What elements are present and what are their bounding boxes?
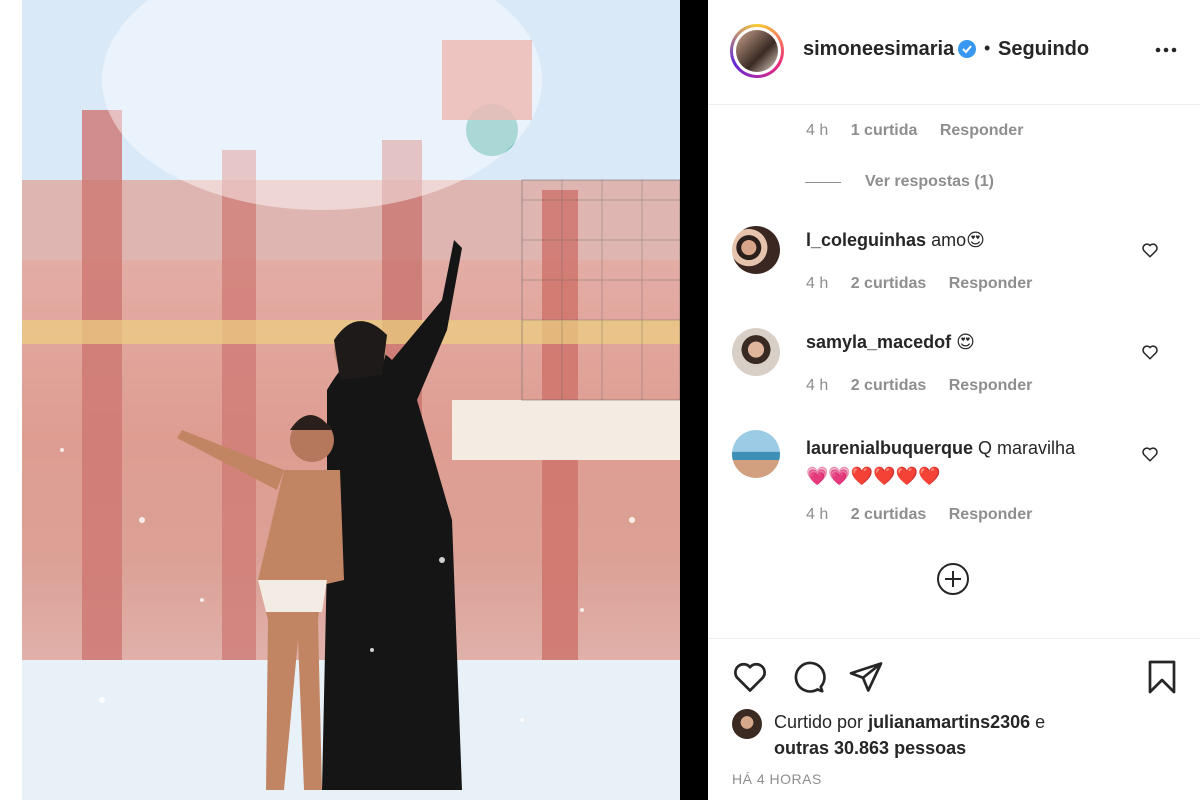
comment-body: samyla_macedof 😍 <box>806 332 975 353</box>
post-timestamp[interactable]: HÁ 4 HORAS <box>732 771 822 787</box>
liker-avatar[interactable] <box>732 709 762 739</box>
comment-likes[interactable]: 1 curtida <box>851 122 918 139</box>
liked-by-prefix: Curtido por <box>774 712 864 732</box>
comment-time: 4 h <box>806 275 829 292</box>
comment-meta: 4 h 2 curtidas Responder <box>806 275 1050 293</box>
post-panel: simoneesimaria • Seguindo 4 h 1 curtida … <box>708 0 1200 800</box>
commenter-username[interactable]: l_coleguinhas <box>806 230 926 250</box>
comment-text: Q maravilha <box>978 438 1076 458</box>
comment-body: l_coleguinhas amo😍 <box>806 230 985 251</box>
heart-icon[interactable] <box>732 659 768 695</box>
view-replies-button[interactable]: Ver respostas (1) <box>865 173 994 191</box>
heart-icon[interactable] <box>1141 343 1159 361</box>
photo-illustration <box>22 0 680 800</box>
commenter-avatar[interactable] <box>732 430 780 478</box>
reply-button[interactable]: Responder <box>940 122 1024 139</box>
reply-button[interactable]: Responder <box>949 506 1033 523</box>
plus-circle-icon[interactable] <box>937 563 969 595</box>
comment-meta: 4 h 2 curtidas Responder <box>806 377 1050 395</box>
comment-likes[interactable]: 2 curtidas <box>851 275 927 292</box>
liked-by-connector: e <box>1035 712 1046 732</box>
following-button[interactable]: Seguindo <box>998 38 1089 61</box>
comment-icon[interactable] <box>790 659 826 695</box>
post-photo[interactable] <box>22 0 680 800</box>
post-media[interactable] <box>0 0 708 800</box>
media-divider <box>680 0 708 800</box>
commenter-avatar[interactable] <box>732 328 780 376</box>
reply-button[interactable]: Responder <box>949 377 1033 394</box>
author-username[interactable]: simoneesimaria <box>803 38 954 61</box>
bookmark-icon[interactable] <box>1144 659 1180 695</box>
heart-icon[interactable] <box>1141 445 1159 463</box>
comment-emoji: 😍 <box>966 230 985 250</box>
post-header: simoneesimaria • Seguindo <box>708 0 1200 105</box>
commenter-avatar[interactable] <box>732 226 780 274</box>
comment-time: 4 h <box>806 377 829 394</box>
heart-icon[interactable] <box>1141 241 1159 259</box>
header-separator: • <box>984 38 991 58</box>
liker-username[interactable]: juliana­martins2306 <box>868 712 1030 732</box>
more-icon[interactable] <box>1154 42 1178 58</box>
comment-meta: 4 h 2 curtidas Responder <box>806 506 1050 524</box>
share-icon[interactable] <box>848 659 884 695</box>
verified-icon <box>958 40 976 58</box>
likes-count[interactable]: outras 30.863 pessoas <box>774 738 966 758</box>
liked-by-text: Curtido por juliana­martins2306 e outras… <box>774 709 1154 761</box>
author-avatar[interactable] <box>730 24 784 78</box>
comment-time: 4 h <box>806 122 829 139</box>
comment-time: 4 h <box>806 506 829 523</box>
comment-text: amo <box>931 230 967 250</box>
comment-emoji: 💗💗❤️❤️❤️❤️ <box>806 466 941 486</box>
commenter-username[interactable]: samyla_macedof <box>806 332 951 352</box>
reply-button[interactable]: Responder <box>949 275 1033 292</box>
replies-divider <box>805 182 841 183</box>
comment-body: laurenialbuquerque Q maravilha 💗💗❤️❤️❤️❤… <box>806 434 1126 490</box>
comment-likes[interactable]: 2 curtidas <box>851 377 927 394</box>
comment-emoji: 😍 <box>956 332 975 352</box>
comment-meta: 4 h 1 curtida Responder <box>806 122 1041 140</box>
commenter-username[interactable]: laurenialbuquerque <box>806 438 973 458</box>
post-actions: Curtido por juliana­martins2306 e outras… <box>708 638 1200 801</box>
comment-likes[interactable]: 2 curtidas <box>851 506 927 523</box>
